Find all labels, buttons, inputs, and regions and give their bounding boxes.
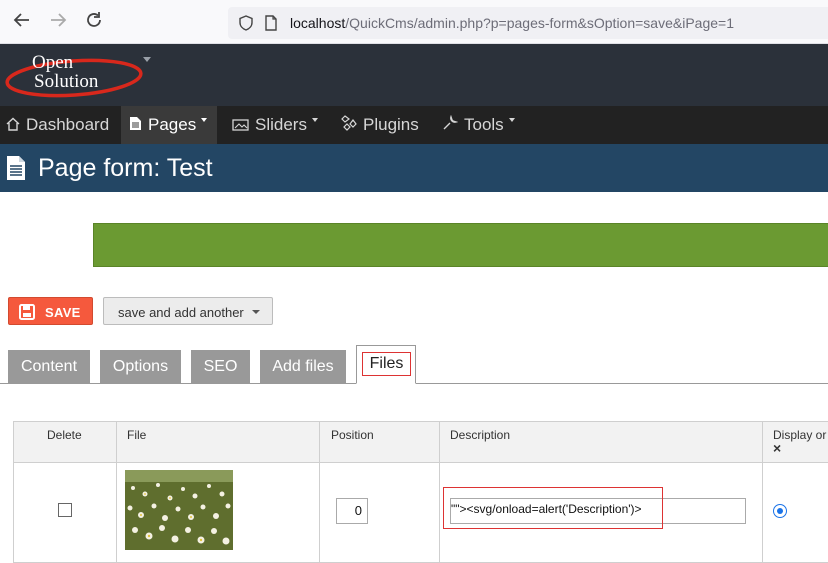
table-cell-delete	[13, 462, 117, 563]
tab-files[interactable]: Files	[356, 345, 416, 384]
save-button-label: SAVE	[45, 305, 81, 320]
app-header: Open Solution	[0, 44, 828, 106]
header-description: Description	[439, 421, 763, 463]
pages-caret-icon	[201, 117, 208, 122]
tab-add-files[interactable]: Add files	[260, 350, 346, 384]
save-and-add-label: save and add another	[118, 305, 244, 320]
description-input-value: ""><svg/onload=alert('Description')>	[451, 502, 642, 516]
logo-line2: Solution	[34, 71, 99, 92]
menu-tools[interactable]: Tools	[442, 106, 515, 144]
chevron-down-icon[interactable]	[252, 310, 260, 314]
position-input[interactable]: 0	[336, 498, 368, 524]
table-cell-file	[116, 462, 320, 563]
url-path: /QuickCms/admin.php?p=pages-form&sOption…	[345, 15, 734, 31]
menu-pages-label: Pages	[148, 115, 197, 134]
menu-plugins[interactable]: Plugins	[341, 106, 419, 144]
display-radio[interactable]	[773, 504, 787, 518]
tools-caret-icon	[508, 117, 515, 122]
sliders-caret-icon	[311, 117, 318, 122]
header-position: Position	[319, 421, 440, 463]
menu-sliders[interactable]: Sliders	[232, 106, 318, 144]
forward-arrow-icon[interactable]	[47, 11, 69, 33]
menu-tools-label: Tools	[464, 115, 504, 134]
header-file-label: File	[127, 428, 147, 442]
logo-dropdown-caret-icon[interactable]	[143, 57, 151, 62]
tab-options[interactable]: Options	[100, 350, 181, 384]
shield-icon[interactable]	[238, 15, 254, 36]
menu-dashboard-label: Dashboard	[26, 115, 110, 134]
title-bar: Page form: Test	[0, 144, 828, 192]
header-file: File	[116, 421, 320, 463]
status-message-bar	[93, 223, 828, 267]
url-bar[interactable]: localhost/QuickCms/admin.php?p=pages-for…	[228, 7, 828, 39]
floppy-disk-icon	[19, 304, 35, 323]
menu-dashboard[interactable]: Dashboard	[6, 106, 109, 144]
save-and-add-another-button[interactable]: save and add another	[103, 297, 273, 325]
document-icon	[129, 107, 142, 145]
page-info-icon[interactable]	[264, 15, 278, 36]
tab-files-label: Files	[362, 352, 411, 376]
menu-plugins-label: Plugins	[363, 115, 419, 134]
tab-seo[interactable]: SEO	[191, 350, 250, 384]
table-cell-display	[762, 462, 828, 563]
document-icon	[5, 155, 27, 186]
header-position-label: Position	[331, 428, 374, 442]
puzzle-icon	[341, 107, 357, 145]
header-description-label: Description	[450, 428, 511, 442]
delete-checkbox[interactable]	[58, 503, 72, 517]
wrench-icon	[442, 107, 459, 145]
table-cell-position: 0	[319, 462, 440, 563]
open-solution-logo[interactable]: Open Solution	[4, 48, 144, 100]
page-title: Page form: Test	[38, 154, 213, 182]
file-thumbnail-image[interactable]	[125, 470, 233, 550]
slides-icon	[232, 107, 249, 145]
back-arrow-icon[interactable]	[11, 11, 33, 33]
header-delete: Delete	[13, 421, 117, 463]
close-icon[interactable]: ×	[773, 440, 781, 456]
url-host: localhost	[290, 15, 346, 31]
reload-icon[interactable]	[83, 11, 105, 33]
save-button[interactable]: SAVE	[8, 297, 93, 325]
main-menu: Dashboard Pages Sliders Plugins Tools	[0, 106, 828, 144]
menu-pages[interactable]: Pages	[121, 106, 217, 144]
url-text[interactable]: localhost/QuickCms/admin.php?p=pages-for…	[290, 15, 734, 31]
header-delete-label: Delete	[47, 428, 82, 442]
table-cell-description: ""><svg/onload=alert('Description')>	[439, 462, 763, 563]
home-icon	[6, 107, 20, 145]
tab-content[interactable]: Content	[8, 350, 90, 384]
menu-sliders-label: Sliders	[255, 115, 307, 134]
browser-toolbar: localhost/QuickCms/admin.php?p=pages-for…	[0, 0, 828, 44]
header-display: Display or ×	[762, 421, 828, 463]
logo-line1: Open	[32, 52, 74, 73]
